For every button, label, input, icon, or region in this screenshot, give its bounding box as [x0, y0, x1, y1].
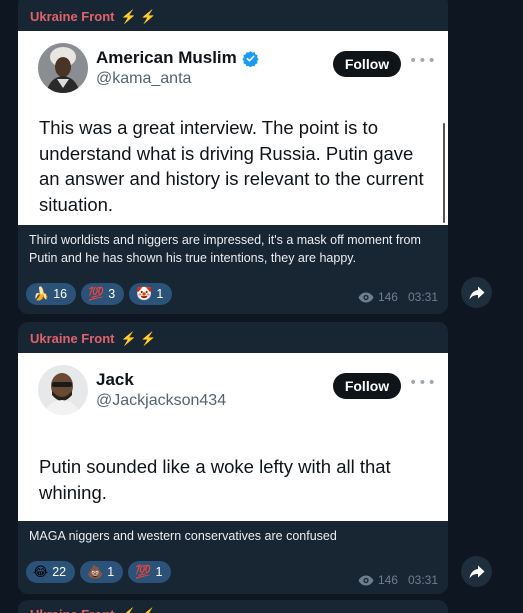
reactions-bar: 🍌 16 💯 3 🤡 1 [26, 283, 173, 305]
channel-post: Ukraine Front ⚡ ⚡ American Muslim @kama_a… [18, 0, 448, 314]
channel-post: Ukraine Front ⚡ ⚡ Jack @Jackjackson434 Fo… [18, 322, 448, 594]
share-arrow-icon [469, 286, 484, 299]
tears-of-joy-icon: 😂 [33, 564, 49, 580]
view-count: 146 [377, 290, 398, 304]
share-button[interactable] [461, 277, 492, 308]
share-button[interactable] [461, 556, 492, 587]
channel-name-label: Ukraine Front [30, 9, 115, 24]
lightning-icon: ⚡ ⚡ [121, 607, 157, 613]
share-arrow-icon [469, 565, 484, 578]
avatar [38, 365, 88, 415]
tweet-author-name: Jack [96, 370, 134, 389]
channel-post-partial: Ukraine Front ⚡ ⚡ [18, 600, 448, 613]
more-options-icon[interactable]: ••• [409, 53, 437, 69]
tweet-text: Putin sounded like a woke lefty with all… [39, 456, 391, 503]
message-meta: 146 03:31 [358, 573, 438, 587]
eye-icon [358, 292, 374, 302]
verified-badge-icon [242, 50, 259, 67]
channel-name-label: Ukraine Front [30, 607, 115, 613]
tweet-screenshot[interactable]: Jack @Jackjackson434 Follow ••• Putin so… [18, 353, 448, 521]
lightning-icon: ⚡ ⚡ [120, 331, 157, 346]
eye-icon [358, 575, 374, 585]
channel-name[interactable]: Ukraine Front ⚡ ⚡ [30, 9, 157, 25]
avatar [38, 43, 88, 93]
lightning-icon: ⚡ ⚡ [120, 9, 157, 24]
hundred-points-icon: 💯 [88, 286, 105, 302]
hundred-points-icon: 💯 [135, 564, 152, 580]
message-time: 03:31 [407, 290, 438, 304]
message-meta: 146 03:31 [358, 290, 438, 304]
more-options-icon[interactable]: ••• [409, 375, 437, 391]
scrollbar[interactable] [443, 123, 445, 223]
channel-name[interactable]: Ukraine Front ⚡ ⚡ [30, 331, 157, 347]
reaction-poop[interactable]: 💩 1 [80, 561, 124, 583]
banana-icon: 🍌 [33, 286, 50, 302]
poop-icon: 💩 [87, 564, 104, 580]
message-time: 03:31 [407, 573, 438, 587]
tweet-author-handle: @kama_anta [96, 70, 192, 87]
tweet-text: This was a great interview. The point is… [39, 117, 424, 215]
view-count: 146 [377, 573, 398, 587]
reaction-clown[interactable]: 🤡 1 [129, 283, 173, 305]
reaction-banana[interactable]: 🍌 16 [26, 283, 77, 305]
channel-name-label: Ukraine Front [30, 331, 115, 346]
channel-name[interactable]: Ukraine Front ⚡ ⚡ [30, 607, 157, 613]
tweet-author-name: American Muslim [96, 48, 259, 68]
follow-button[interactable]: Follow [333, 51, 401, 77]
clown-icon: 🤡 [136, 286, 153, 302]
reaction-hundred[interactable]: 💯 3 [81, 283, 125, 305]
message-caption: Third worldists and niggers are impresse… [29, 233, 421, 265]
tweet-screenshot[interactable]: American Muslim @kama_anta Follow ••• Th… [18, 31, 448, 225]
reactions-bar: 😂 22 💩 1 💯 1 [26, 561, 172, 583]
reaction-laugh[interactable]: 😂 22 [26, 561, 76, 583]
message-caption: MAGA niggers and western conservatives a… [29, 529, 337, 543]
reaction-hundred[interactable]: 💯 1 [128, 561, 172, 583]
tweet-author-handle: @Jackjackson434 [96, 392, 227, 409]
follow-button[interactable]: Follow [333, 373, 401, 399]
